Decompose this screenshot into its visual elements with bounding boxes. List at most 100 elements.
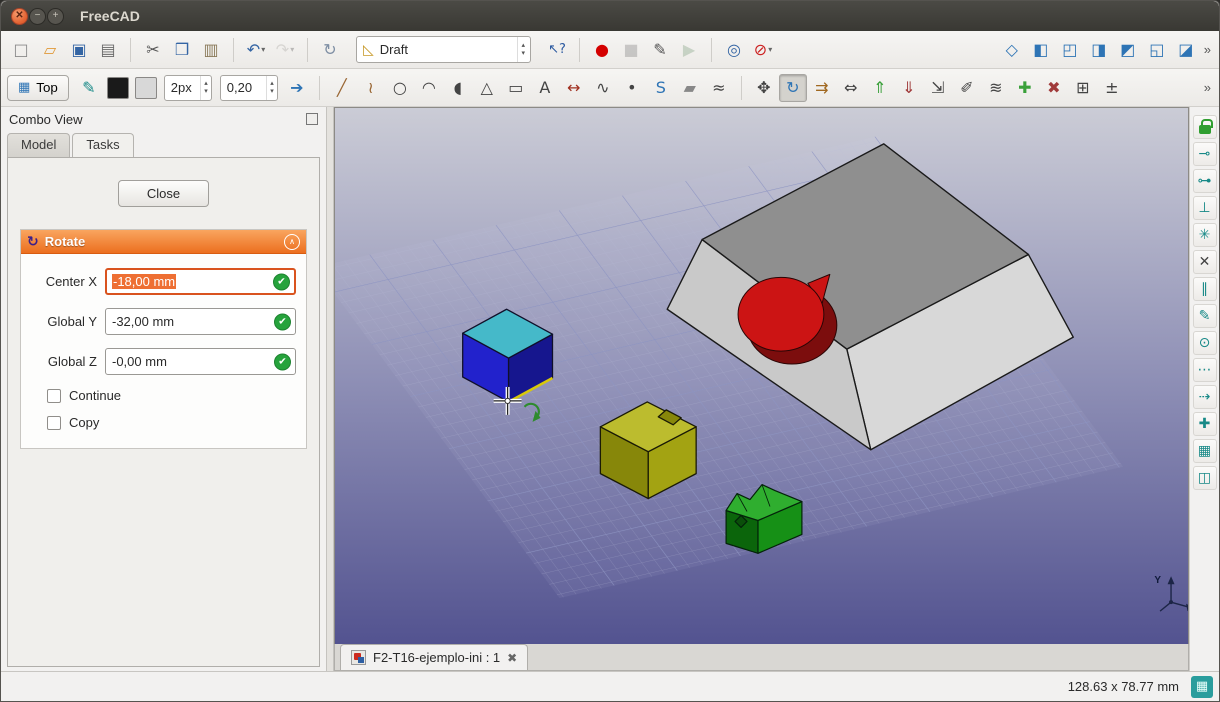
view-bottom-button[interactable]: ◱ bbox=[1143, 36, 1171, 64]
snap-lock-button[interactable] bbox=[1192, 115, 1217, 139]
detach-panel-button[interactable] bbox=[306, 113, 318, 125]
view-left-button[interactable]: ◪ bbox=[1172, 36, 1200, 64]
toolbar-overflow-chevron[interactable]: » bbox=[1204, 42, 1211, 57]
tab-model[interactable]: Model bbox=[7, 133, 71, 157]
draft-point-button[interactable]: • bbox=[618, 74, 646, 102]
draft-bspline-button[interactable]: ∿ bbox=[589, 74, 617, 102]
clipping-plane-button[interactable]: ⊘ ▾ bbox=[749, 36, 777, 64]
draft-rectangle-button[interactable]: ▭ bbox=[502, 74, 530, 102]
refresh-button[interactable]: ↻ bbox=[316, 36, 344, 64]
workbench-selector[interactable]: ◺ Draft ▴ ▾ bbox=[356, 36, 531, 63]
draft-dimension-button[interactable]: ↔ bbox=[560, 74, 588, 102]
draft-trimex-button[interactable]: ⇔ bbox=[837, 74, 865, 102]
rotate-task-header[interactable]: ↻ Rotate ∧ bbox=[21, 230, 306, 254]
global-z-input[interactable]: -0,00 mm ✔ bbox=[105, 348, 296, 375]
task-close-button[interactable]: Close bbox=[117, 180, 210, 207]
draft-del-point-button[interactable]: ✖ bbox=[1040, 74, 1068, 102]
snap-ortho-button[interactable]: ✚ bbox=[1192, 412, 1217, 436]
view-right-button[interactable]: ◨ bbox=[1085, 36, 1113, 64]
draft-polygon-button[interactable]: △ bbox=[473, 74, 501, 102]
snap-special-button[interactable]: ⋯ bbox=[1192, 358, 1217, 382]
continue-checkbox[interactable] bbox=[47, 388, 61, 403]
draft-shapestring-button[interactable]: S bbox=[647, 74, 675, 102]
draft-text-button[interactable]: A bbox=[531, 74, 559, 102]
macro-edit-button[interactable]: ✎ bbox=[646, 36, 674, 64]
snap-angle-button[interactable]: ✳ bbox=[1192, 223, 1217, 247]
knob-front[interactable] bbox=[737, 276, 825, 352]
draft-facebinder-button[interactable]: ▰ bbox=[676, 74, 704, 102]
print-button[interactable]: ▤ bbox=[94, 36, 122, 64]
draft-wire-button[interactable]: ≀ bbox=[357, 74, 385, 102]
toolbar-overflow-chevron[interactable]: » bbox=[1204, 80, 1211, 95]
snap-parallel-button[interactable]: ∥ bbox=[1192, 277, 1217, 301]
global-y-input[interactable]: -32,00 mm ✔ bbox=[105, 308, 296, 335]
snap-intersection-button[interactable]: ✕ bbox=[1192, 250, 1217, 274]
macro-play-button[interactable]: ▶ bbox=[675, 36, 703, 64]
draft-arc-button[interactable]: ◠ bbox=[415, 74, 443, 102]
draft-shape2dview-button[interactable]: ⊞ bbox=[1069, 74, 1097, 102]
redo-button[interactable]: ↷ ▾ bbox=[271, 36, 299, 64]
line-width-spinbox[interactable]: 2px ▴ ▾ bbox=[163, 74, 212, 101]
view-top-button[interactable]: ◰ bbox=[1056, 36, 1084, 64]
text-scale-spinbox[interactable]: 0,20 ▴ ▾ bbox=[219, 74, 278, 101]
paste-button[interactable]: ▥ bbox=[197, 36, 225, 64]
copy-checkbox[interactable] bbox=[47, 415, 61, 430]
global-z-value: -0,00 mm bbox=[112, 354, 167, 369]
macro-stop-button[interactable]: ■ bbox=[617, 36, 645, 64]
draft-upgrade-button[interactable]: ⇑ bbox=[866, 74, 894, 102]
draft-ellipse-button[interactable]: ◖ bbox=[444, 74, 472, 102]
save-button[interactable]: ▣ bbox=[65, 36, 93, 64]
working-plane-button[interactable]: ▦ Top bbox=[7, 74, 69, 101]
cut-button[interactable]: ✂ bbox=[139, 36, 167, 64]
copy-button[interactable]: ❒ bbox=[168, 36, 196, 64]
whats-this-button[interactable]: ↖? bbox=[543, 36, 571, 64]
macro-record-button[interactable]: ● bbox=[588, 36, 616, 64]
open-document-button[interactable]: ▱ bbox=[36, 36, 64, 64]
draft-downgrade-button[interactable]: ⇓ bbox=[895, 74, 923, 102]
panel-splitter[interactable] bbox=[326, 107, 334, 671]
construction-mode-button[interactable]: ✎ bbox=[75, 74, 103, 102]
workbench-selector-stepper[interactable]: ▴ ▾ bbox=[517, 37, 528, 62]
snap-near-button[interactable]: ✎ bbox=[1192, 304, 1217, 328]
draft-heal-button[interactable]: ± bbox=[1098, 74, 1126, 102]
maximize-button[interactable]: + bbox=[47, 7, 64, 25]
line-width-stepper[interactable]: ▴ ▾ bbox=[200, 75, 211, 100]
snap-perpendicular-button[interactable]: ⊥ bbox=[1192, 196, 1217, 220]
document-tab[interactable]: F2-T16-ejemplo-ini : 1 ✖ bbox=[340, 644, 529, 670]
new-document-button[interactable]: □ bbox=[7, 36, 35, 64]
draft-bezier-button[interactable]: ≈ bbox=[705, 74, 733, 102]
center-x-input[interactable]: -18,00 mm ✔ bbox=[105, 268, 296, 295]
collapse-section-button[interactable]: ∧ bbox=[284, 233, 300, 250]
3d-canvas[interactable]: Y X bbox=[335, 108, 1188, 644]
box-zoom-button[interactable]: ◎ bbox=[720, 36, 748, 64]
draft-circle-button[interactable]: ○ bbox=[386, 74, 414, 102]
undo-button[interactable]: ↶ ▾ bbox=[242, 36, 270, 64]
draft-line-button[interactable]: ╱ bbox=[328, 74, 356, 102]
draft-scale-button[interactable]: ⇲ bbox=[924, 74, 952, 102]
minimize-button[interactable]: − bbox=[29, 7, 46, 25]
line-color-swatch[interactable] bbox=[106, 76, 129, 99]
snap-grid-button[interactable]: ▦ bbox=[1192, 439, 1217, 463]
draft-move-button[interactable]: ✥ bbox=[750, 74, 778, 102]
3d-viewport[interactable]: Y X bbox=[334, 107, 1189, 644]
draft-wire-to-bspline-button[interactable]: ≋ bbox=[982, 74, 1010, 102]
view-axonometric-button[interactable]: ◇ bbox=[998, 36, 1026, 64]
text-scale-stepper[interactable]: ▴ ▾ bbox=[266, 75, 277, 100]
snap-extension-button[interactable]: ⇢ bbox=[1192, 385, 1217, 409]
draft-add-point-button[interactable]: ✚ bbox=[1011, 74, 1039, 102]
snap-working-plane-button[interactable]: ◫ bbox=[1192, 466, 1217, 490]
tab-tasks[interactable]: Tasks bbox=[72, 133, 134, 157]
draft-edit-button[interactable]: ✐ bbox=[953, 74, 981, 102]
document-close-icon[interactable]: ✖ bbox=[507, 651, 517, 665]
snap-midpoint-button[interactable]: ⊶ bbox=[1192, 169, 1217, 193]
view-rear-button[interactable]: ◩ bbox=[1114, 36, 1142, 64]
face-color-swatch[interactable] bbox=[134, 76, 157, 99]
autogroup-button[interactable]: ➔ bbox=[283, 74, 311, 102]
snap-center-button[interactable]: ⊙ bbox=[1192, 331, 1217, 355]
draft-offset-button[interactable]: ⇉ bbox=[808, 74, 836, 102]
view-front-button[interactable]: ◧ bbox=[1027, 36, 1055, 64]
snap-endpoint-button[interactable]: ⊸ bbox=[1192, 142, 1217, 166]
toggle-grid-button[interactable]: ▦ bbox=[1191, 675, 1213, 698]
close-button[interactable]: ✕ bbox=[11, 7, 28, 25]
draft-rotate-button[interactable]: ↻ bbox=[778, 73, 807, 102]
